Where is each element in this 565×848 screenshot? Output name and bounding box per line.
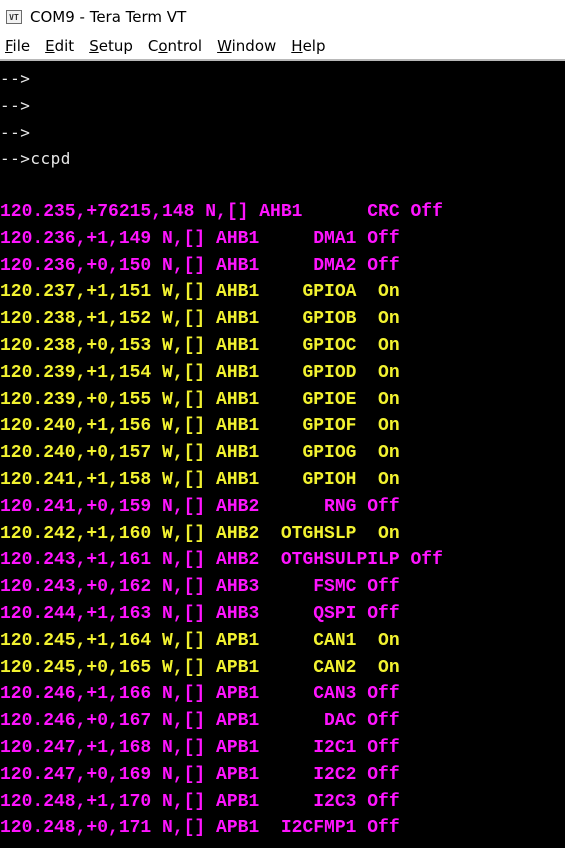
log-line: 120.239,+1,154 W,[] AHB1 GPIOD On [0,362,400,383]
menu-help[interactable]: Help [291,37,325,55]
log-line: 120.247,+1,168 N,[] APB1 I2C1 Off [0,738,400,758]
log-line: 120.248,+0,171 N,[] APB1 I2CFMP1 Off [0,818,400,839]
log-line: 120.245,+1,164 W,[] APB1 CAN1 On [0,630,400,651]
window-title: COM9 - Tera Term VT [30,7,187,26]
log-line: 120.246,+1,166 N,[] APB1 CAN3 Off [0,684,400,705]
log-line: 120.244,+1,163 N,[] AHB3 QSPI Off [0,604,400,624]
log-line: 120.237,+1,151 W,[] AHB1 GPIOA On [0,282,400,303]
log-line: 120.238,+1,152 W,[] AHB1 GPIOB On [0,309,400,330]
menu-window[interactable]: Window [217,37,276,55]
log-line: 120.238,+0,153 W,[] AHB1 GPIOC On [0,336,400,356]
menu-control[interactable]: Control [148,37,202,55]
prompt-line: --> [0,69,31,88]
log-line: 120.236,+0,150 N,[] AHB1 DMA2 Off [0,255,400,276]
log-line: 120.240,+0,157 W,[] AHB1 GPIOG On [0,443,400,464]
prompt-line: -->ccpd [0,149,71,169]
log-line: 120.240,+1,156 W,[] AHB1 GPIOF On [0,416,400,437]
menu-file[interactable]: File [5,37,30,55]
log-line: 120.247,+0,169 N,[] APB1 I2C2 Off [0,764,400,785]
log-line: 120.243,+0,162 N,[] AHB3 FSMC Off [0,577,400,598]
log-line: 120.239,+0,155 W,[] AHB1 GPIOE On [0,389,400,410]
log-line: 120.241,+0,159 N,[] AHB2 RNG Off [0,496,400,517]
log-line: 120.245,+0,165 W,[] APB1 CAN2 On [0,657,400,678]
log-line: 120.243,+1,161 N,[] AHB2 OTGHSULPILP Off [0,550,443,571]
prompt-line: --> [0,122,31,142]
menu-setup[interactable]: Setup [89,37,133,55]
log-line: 120.236,+1,149 N,[] AHB1 DMA1 Off [0,228,400,249]
title-bar: VT COM9 - Tera Term VT [0,0,565,33]
teraterm-app-icon: VT [6,9,22,24]
menu-bar: File Edit Setup Control Window Help [0,33,565,61]
prompt-line: --> [0,95,31,115]
menu-edit[interactable]: Edit [45,37,74,55]
log-line: 120.248,+1,170 N,[] APB1 I2C3 Off [0,791,400,812]
terminal-output[interactable]: --> --> --> -->ccpd 120.235,+76215,148 N,[] … [0,61,565,848]
log-line: 120.246,+0,167 N,[] APB1 DAC Off [0,711,400,732]
log-line: 120.241,+1,158 W,[] AHB1 GPIOH On [0,470,400,490]
log-line: 120.242,+1,160 W,[] AHB2 OTGHSLP On [0,523,400,544]
log-line: 120.235,+76215,148 N,[] AHB1 CRC Off [0,202,443,222]
